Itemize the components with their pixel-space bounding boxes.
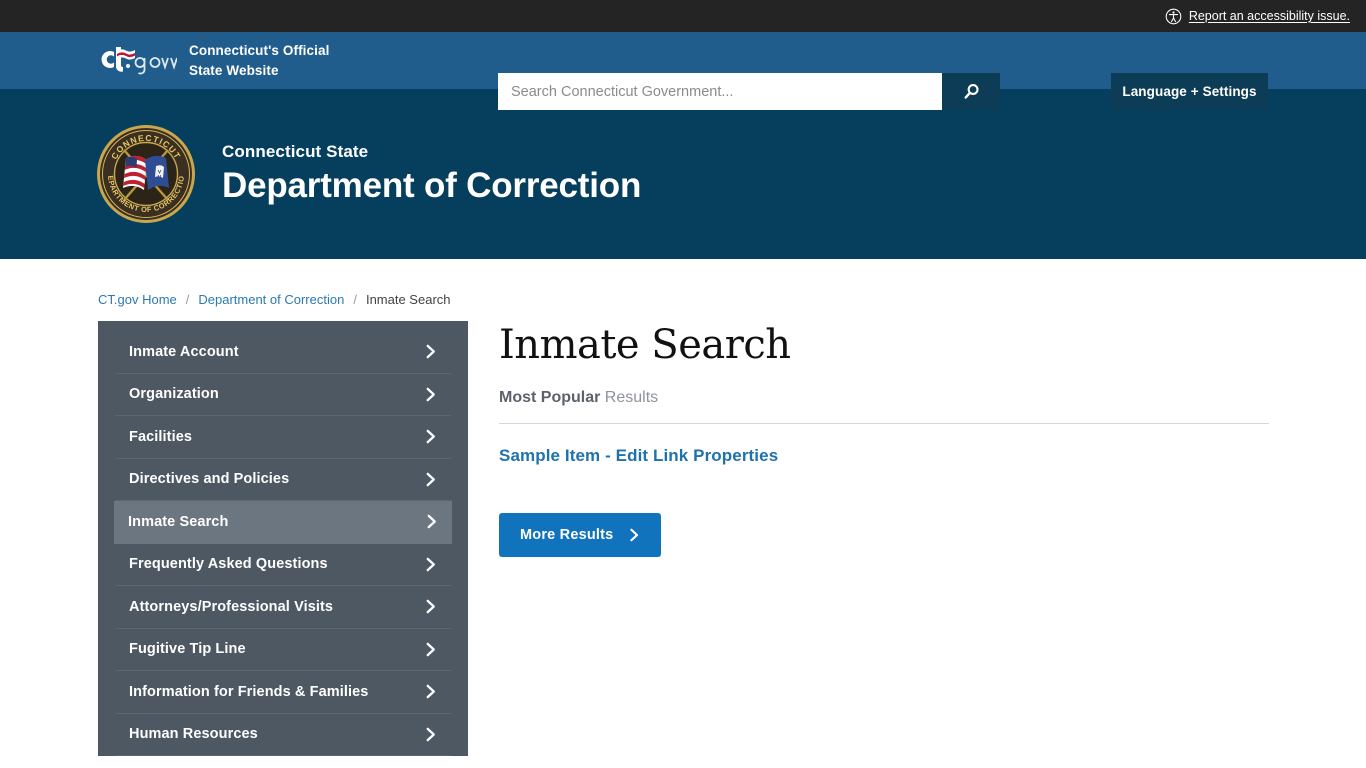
search-input[interactable] <box>498 73 942 110</box>
sidebar-item-fugitive-tip-line[interactable]: Fugitive Tip Line <box>115 629 451 671</box>
sidebar-item-frequently-asked-questions[interactable]: Frequently Asked Questions <box>115 544 451 586</box>
sidebar-item-human-resources[interactable]: Human Resources <box>115 714 451 756</box>
results-label-emphasis: Most Popular <box>499 389 601 406</box>
sidebar-item-label: Facilities <box>129 428 193 445</box>
agency-subtitle: Connecticut State <box>222 142 369 162</box>
chevron-right-icon <box>426 685 435 699</box>
ctgov-logo-link[interactable]: Connecticut's Official State Website <box>99 41 329 79</box>
language-settings-button[interactable]: Language + Settings <box>1111 73 1268 110</box>
results-label-rest: Results <box>600 389 659 406</box>
sidebar-item-facilities[interactable]: Facilities <box>115 416 451 459</box>
search-submit-button[interactable] <box>942 73 1000 110</box>
sidebar-item-label: Directives and Policies <box>129 471 290 488</box>
sidebar-item-label: Organization <box>129 386 219 403</box>
page-title: Inmate Search <box>499 322 791 368</box>
sidebar-item-organization[interactable]: Organization <box>115 374 451 416</box>
sidebar-item-label: Inmate Search <box>128 513 229 530</box>
page-body: CT.gov Home / Department of Correction /… <box>0 259 1366 756</box>
chevron-right-icon <box>426 430 435 444</box>
sidebar-item-label: Frequently Asked Questions <box>129 556 328 573</box>
results-label: Most Popular Results <box>499 389 1366 407</box>
more-results-label: More Results <box>520 527 614 543</box>
ctgov-tagline: Connecticut's Official State Website <box>189 41 329 79</box>
site-search <box>498 73 1000 110</box>
chevron-right-icon <box>426 472 435 486</box>
result-link-sample-item[interactable]: Sample Item - Edit Link Properties <box>499 446 778 466</box>
report-accessibility-issue-link[interactable]: Report an accessibility issue. <box>1165 8 1350 25</box>
results-divider <box>499 423 1269 424</box>
breadcrumb-item-department-of-correction[interactable]: Department of Correction <box>198 292 344 307</box>
chevron-right-icon <box>426 557 435 571</box>
sidebar-item-label: Attorneys/Professional Visits <box>129 598 334 615</box>
tagline-line-2: State Website <box>189 62 279 78</box>
chevron-right-icon <box>426 345 435 359</box>
tagline-line-1: Connecticut's Official <box>189 43 330 59</box>
chevron-right-icon <box>426 387 435 401</box>
agency-title-block: Connecticut State Department of Correcti… <box>222 142 641 205</box>
chevron-right-icon <box>426 727 435 741</box>
breadcrumb: CT.gov Home / Department of Correction /… <box>98 259 1366 321</box>
more-results-button[interactable]: More Results <box>499 513 662 557</box>
chevron-right-icon <box>427 515 436 529</box>
sidebar-item-label: Information for Friends & Families <box>129 683 369 700</box>
content-layout: Inmate Account Organization Facilities D… <box>98 321 1366 756</box>
accessibility-link-label: Report an accessibility issue. <box>1188 9 1350 23</box>
section-navigation: Inmate Account Organization Facilities D… <box>98 321 468 756</box>
ctgov-logo-icon <box>101 46 177 74</box>
doc-seal-icon: CONNECTICUT DEPARTMENT OF CORRECTION <box>96 124 195 223</box>
breadcrumb-item-current: Inmate Search <box>365 292 451 307</box>
agency-header: CONNECTICUT DEPARTMENT OF CORRECTION Con… <box>0 89 1366 259</box>
sidebar-item-directives-and-policies[interactable]: Directives and Policies <box>115 459 451 501</box>
main-content: Inmate Search Most Popular Results Sampl… <box>468 321 1366 557</box>
chevron-right-icon <box>630 528 639 542</box>
search-icon <box>963 84 979 99</box>
utility-search-bar: Connecticut's Official State Website Lan… <box>0 32 1366 110</box>
sidebar-item-information-for-friends-and-families[interactable]: Information for Friends & Families <box>115 671 451 714</box>
breadcrumb-separator: / <box>353 292 357 307</box>
sidebar-item-label: Inmate Account <box>129 343 239 360</box>
agency-title: Department of Correction <box>222 166 642 206</box>
sidebar-item-attorneys-professional-visits[interactable]: Attorneys/Professional Visits <box>115 586 451 629</box>
chevron-right-icon <box>426 600 435 614</box>
accessibility-icon <box>1165 8 1182 24</box>
accessibility-bar: Report an accessibility issue. <box>0 0 1366 32</box>
chevron-right-icon <box>426 642 435 656</box>
breadcrumb-separator: / <box>185 292 190 307</box>
sidebar-item-label: Fugitive Tip Line <box>129 641 246 658</box>
sidebar-item-label: Human Resources <box>129 726 258 743</box>
sidebar-item-inmate-account[interactable]: Inmate Account <box>115 331 451 374</box>
sidebar-item-inmate-search[interactable]: Inmate Search <box>114 501 452 544</box>
breadcrumb-item-ctgov-home[interactable]: CT.gov Home <box>98 292 177 307</box>
